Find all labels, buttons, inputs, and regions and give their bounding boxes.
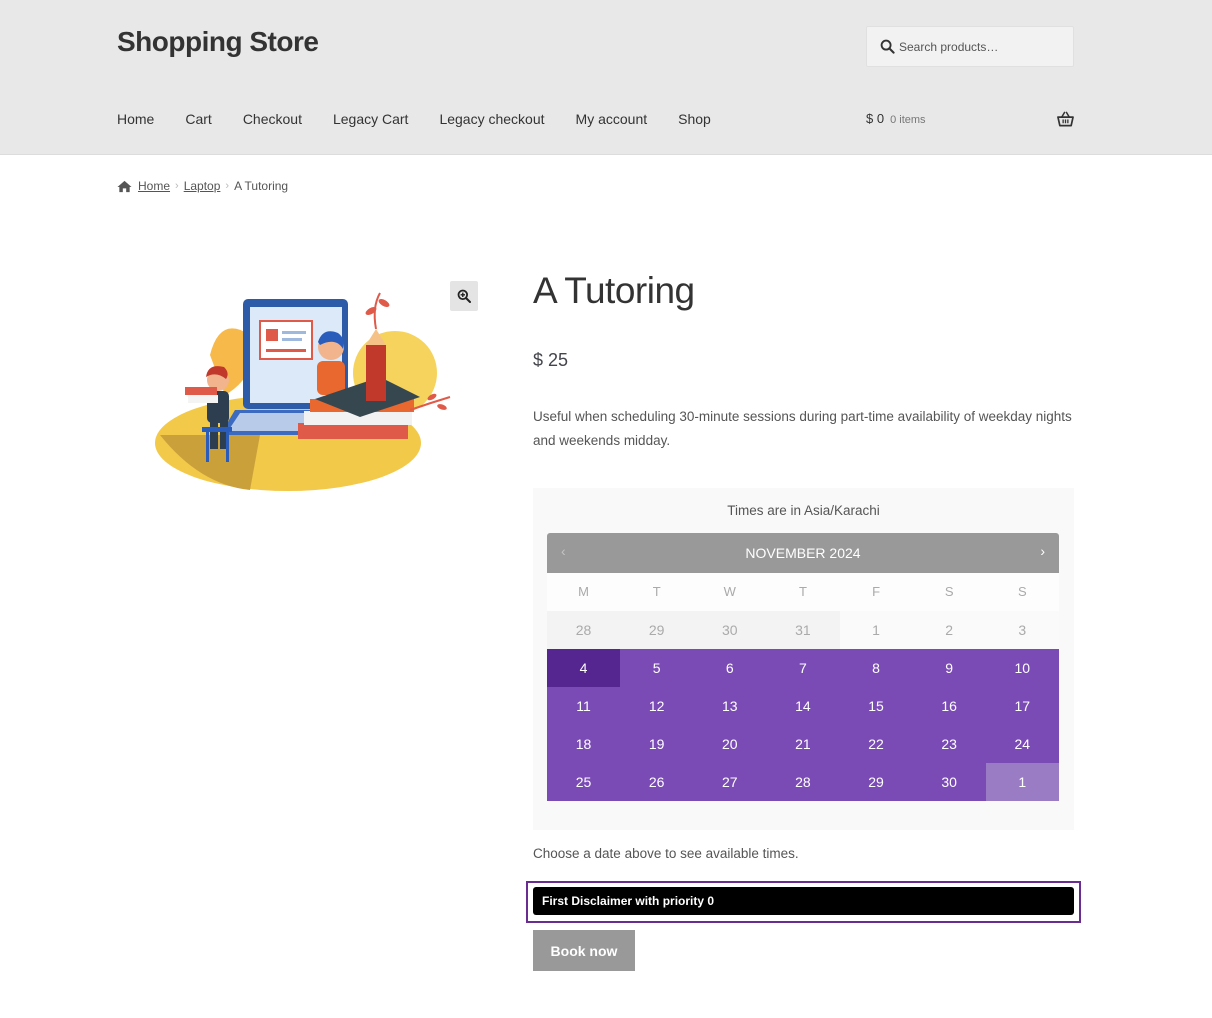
search-input[interactable] <box>899 36 1067 58</box>
weekday-label: S <box>985 573 1059 611</box>
calendar-day[interactable]: 18 <box>547 725 621 763</box>
booking-calendar: ‹ NOVEMBER 2024 › M T W T F S S 28 29 30… <box>547 533 1059 801</box>
calendar-day[interactable]: 8 <box>839 649 913 687</box>
calendar-day-unavailable: 3 <box>985 611 1059 649</box>
home-icon <box>117 180 132 192</box>
search-box[interactable] <box>866 26 1074 67</box>
calendar-day[interactable]: 19 <box>620 725 694 763</box>
nav-shop[interactable]: Shop <box>678 108 711 130</box>
calendar-day[interactable]: 10 <box>985 649 1059 687</box>
cart-amount: $ 0 <box>866 111 885 126</box>
product-image[interactable] <box>140 285 470 500</box>
zoom-in-icon <box>457 289 471 303</box>
calendar-prev-button[interactable]: ‹ <box>561 543 566 559</box>
calendar-day[interactable]: 16 <box>912 687 986 725</box>
basket-icon <box>1057 111 1074 127</box>
cart-count: 0 items <box>890 114 926 126</box>
nav-my-account[interactable]: My account <box>576 108 648 130</box>
weekday-label: F <box>839 573 913 611</box>
header-cart[interactable]: $ 0 0 items <box>866 108 1074 130</box>
calendar-day-other-month: 31 <box>766 611 840 649</box>
weekday-label: M <box>547 573 621 611</box>
calendar-day-unavailable: 1 <box>839 611 913 649</box>
breadcrumb-laptop[interactable]: Laptop <box>184 179 221 193</box>
calendar-day[interactable]: 13 <box>693 687 767 725</box>
weekday-label: T <box>620 573 694 611</box>
calendar-day[interactable]: 21 <box>766 725 840 763</box>
book-now-button[interactable]: Book now <box>533 930 635 971</box>
breadcrumb: Home › Laptop › A Tutoring <box>117 176 288 196</box>
nav-cart[interactable]: Cart <box>185 108 211 130</box>
product-price: $ 25 <box>533 350 569 370</box>
booking-form: Times are in Asia/Karachi ‹ NOVEMBER 202… <box>533 488 1074 830</box>
calendar-day[interactable]: 9 <box>912 649 986 687</box>
nav-checkout[interactable]: Checkout <box>243 108 302 130</box>
calendar-header: ‹ NOVEMBER 2024 › <box>547 533 1059 573</box>
weekday-label: T <box>766 573 840 611</box>
calendar-day[interactable]: 29 <box>839 763 913 801</box>
calendar-day-unavailable: 2 <box>912 611 986 649</box>
breadcrumb-separator: › <box>225 180 230 192</box>
calendar-day[interactable]: 26 <box>620 763 694 801</box>
calendar-day[interactable]: 23 <box>912 725 986 763</box>
site-header: Shopping Store Home Cart Checkout Legacy… <box>0 0 1212 155</box>
calendar-day[interactable]: 5 <box>620 649 694 687</box>
calendar-day[interactable]: 14 <box>766 687 840 725</box>
nav-legacy-cart[interactable]: Legacy Cart <box>333 108 408 130</box>
disclaimer-notice: First Disclaimer with priority 0 <box>533 887 1074 915</box>
calendar-day[interactable]: 30 <box>912 763 986 801</box>
calendar-day[interactable]: 17 <box>985 687 1059 725</box>
calendar-month-label: NOVEMBER 2024 <box>745 545 861 561</box>
breadcrumb-current: A Tutoring <box>234 179 289 193</box>
calendar-grid: M T W T F S S 28 29 30 31 1 2 3 4 5 6 7 … <box>547 573 1059 801</box>
timezone-note: Times are in Asia/Karachi <box>727 503 880 518</box>
product-description: Useful when scheduling 30-minute session… <box>533 409 1072 448</box>
calendar-day[interactable]: 24 <box>985 725 1059 763</box>
calendar-day-other-month: 30 <box>693 611 767 649</box>
breadcrumb-home[interactable]: Home <box>138 179 170 193</box>
calendar-day[interactable]: 15 <box>839 687 913 725</box>
calendar-day[interactable]: 11 <box>547 687 621 725</box>
calendar-day-other-month: 28 <box>547 611 621 649</box>
calendar-day[interactable]: 7 <box>766 649 840 687</box>
calendar-day[interactable]: 12 <box>620 687 694 725</box>
product-title: A Tutoring <box>533 270 695 311</box>
weekday-label: S <box>912 573 986 611</box>
calendar-day[interactable]: 6 <box>693 649 767 687</box>
nav-legacy-checkout[interactable]: Legacy checkout <box>439 108 544 130</box>
primary-nav: Home Cart Checkout Legacy Cart Legacy ch… <box>117 108 742 130</box>
calendar-day-other-month: 29 <box>620 611 694 649</box>
disclaimer-highlight: First Disclaimer with priority 0 <box>526 881 1081 923</box>
nav-home[interactable]: Home <box>117 108 154 130</box>
zoom-button[interactable] <box>450 281 478 311</box>
calendar-day-next-month[interactable]: 1 <box>985 763 1059 801</box>
calendar-day[interactable]: 22 <box>839 725 913 763</box>
choose-date-hint: Choose a date above to see available tim… <box>533 846 799 861</box>
calendar-day[interactable]: 20 <box>693 725 767 763</box>
calendar-next-button[interactable]: › <box>1040 543 1045 559</box>
calendar-day[interactable]: 28 <box>766 763 840 801</box>
breadcrumb-separator: › <box>175 180 179 192</box>
search-icon <box>880 39 895 54</box>
weekday-label: W <box>693 573 767 611</box>
site-title[interactable]: Shopping Store <box>117 26 319 58</box>
calendar-day[interactable]: 25 <box>547 763 621 801</box>
calendar-day-today[interactable]: 4 <box>547 649 621 687</box>
calendar-day[interactable]: 27 <box>693 763 767 801</box>
